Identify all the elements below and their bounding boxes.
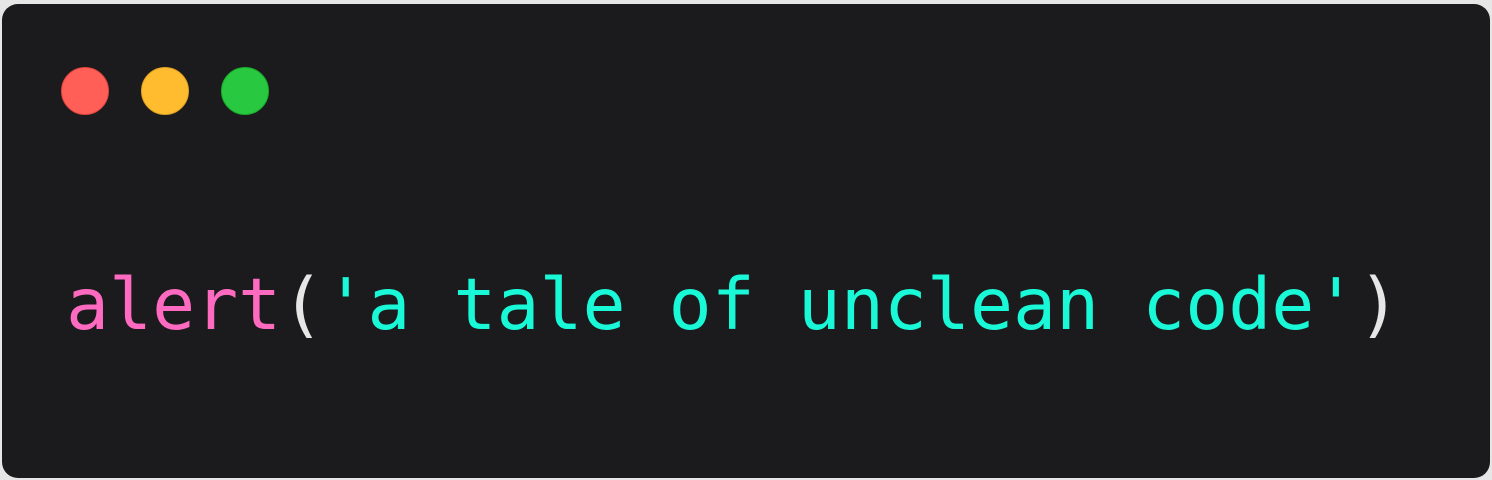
minimize-window-button[interactable] bbox=[141, 67, 189, 115]
close-window-button[interactable] bbox=[61, 67, 109, 115]
code-window: alert('a tale of unclean code') bbox=[2, 4, 1490, 478]
code-close-paren: ) bbox=[1357, 263, 1401, 346]
maximize-window-button[interactable] bbox=[221, 67, 269, 115]
code-line: alert('a tale of unclean code') bbox=[66, 260, 1400, 350]
code-string-literal: 'a tale of unclean code' bbox=[324, 263, 1358, 346]
code-function-name: alert bbox=[66, 263, 282, 346]
code-open-paren: ( bbox=[281, 263, 325, 346]
